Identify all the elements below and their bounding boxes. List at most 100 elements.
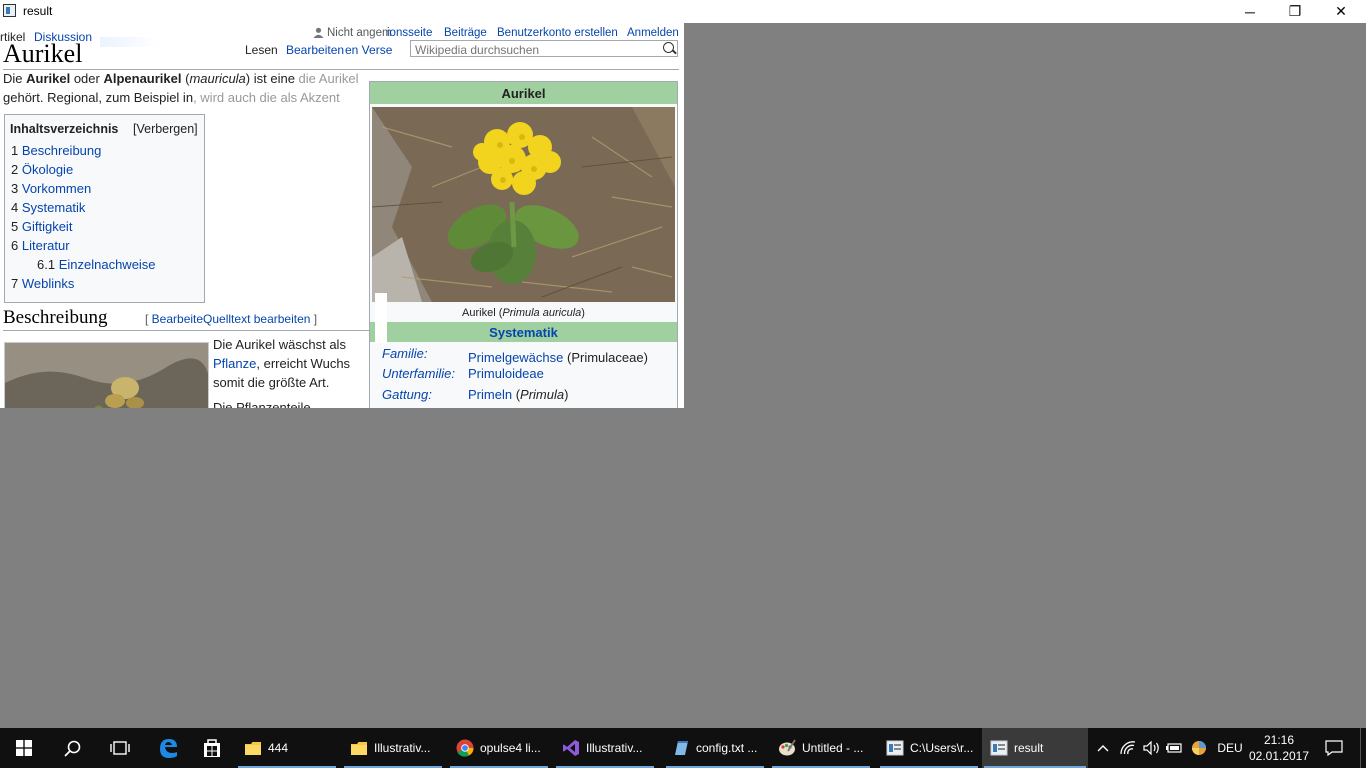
- section-divider: [3, 330, 375, 331]
- search-icon[interactable]: [663, 42, 674, 53]
- taskbar-item-444[interactable]: 444: [236, 728, 338, 768]
- battery-icon: [1166, 743, 1182, 753]
- toc-title: Inhaltsverzeichnis: [10, 122, 119, 136]
- section-edit-links: [ BearbeiteQuelltext bearbeiten ]: [145, 312, 318, 326]
- chrome-icon: [456, 739, 474, 757]
- toc-item-weblinks[interactable]: 7 Weblinks: [11, 276, 74, 291]
- edge-icon: [160, 739, 177, 758]
- folder-icon: [351, 742, 367, 755]
- talk-link[interactable]: ionsseite: [387, 27, 432, 39]
- taskbar-item-illustrativ-folder[interactable]: Illustrativ...: [342, 728, 444, 768]
- infobox-systematik-header[interactable]: Systematik: [370, 322, 677, 342]
- speaker-icon: [1142, 741, 1159, 755]
- infobox-value-unterfamilie[interactable]: Primuloideae: [468, 366, 544, 381]
- windows-logo-icon: [16, 740, 32, 756]
- tab-edit[interactable]: Bearbeiten: [286, 43, 344, 57]
- notepad-icon: [675, 741, 688, 755]
- tray-overflow-button[interactable]: [1094, 728, 1112, 768]
- user-icon: [313, 27, 324, 38]
- body-line-1: Die Aurikel wäschst als: [213, 337, 346, 352]
- taskbar-item-visual-studio[interactable]: Illustrativ...: [554, 728, 656, 768]
- app-window-icon: [3, 4, 16, 17]
- toc-item-oekologie[interactable]: 2 Ökologie: [11, 162, 73, 177]
- store-taskbar-button[interactable]: [192, 728, 232, 768]
- infobox-key-unterfamilie[interactable]: Unterfamilie:: [382, 366, 455, 381]
- input-language-button[interactable]: DEU: [1214, 728, 1246, 768]
- paint-icon: [779, 739, 796, 756]
- title-divider: [3, 69, 679, 70]
- folder-icon: [245, 742, 261, 755]
- taskbar-item-chrome[interactable]: opulse4 li...: [448, 728, 550, 768]
- clock-date: 02.01.2017: [1248, 749, 1310, 763]
- infobox-value-gattung: Primeln (Primula): [468, 387, 569, 402]
- search-input[interactable]: [413, 43, 657, 57]
- notification-icon: [1325, 740, 1343, 756]
- task-view-icon: [110, 741, 130, 755]
- page-title: Aurikel: [3, 39, 83, 68]
- app-tray-button[interactable]: [1188, 728, 1210, 768]
- create-account-link[interactable]: Benutzerkonto erstellen: [497, 27, 618, 39]
- maximize-button[interactable]: ❐: [1272, 0, 1318, 23]
- taskbar-item-result[interactable]: result: [982, 728, 1088, 768]
- toc-item-vorkommen[interactable]: 3 Vorkommen: [11, 181, 91, 196]
- window-title: result: [23, 4, 53, 18]
- taskbar-item-paint[interactable]: Untitled - ...: [770, 728, 872, 768]
- toc-item-einzelnachweise[interactable]: 6.1 Einzelnachweise: [37, 257, 156, 272]
- infobox-caption: Aurikel (Primula auricula): [462, 307, 585, 319]
- close-button[interactable]: ✕: [1318, 0, 1364, 23]
- colorful-circle-icon: [1192, 741, 1206, 755]
- taskbar-item-notepad[interactable]: config.txt ...: [664, 728, 766, 768]
- body-line-2: Pflanze, erreicht Wuchs: [213, 356, 351, 371]
- show-desktop-button[interactable]: [1360, 728, 1366, 768]
- toc-hide-link[interactable]: [Verbergen]: [133, 122, 198, 136]
- chevron-up-icon: [1097, 745, 1109, 752]
- start-button[interactable]: [0, 728, 48, 768]
- clock-time: 21:16: [1263, 733, 1295, 747]
- window-icon: [990, 740, 1008, 756]
- contributions-link[interactable]: Beiträge: [444, 27, 487, 39]
- taskbar-item-console[interactable]: C:\Users\r...: [878, 728, 980, 768]
- search-taskbar-button[interactable]: [48, 728, 96, 768]
- infobox-key-familie[interactable]: Familie:: [382, 346, 428, 361]
- tab-overlay-artifact: [100, 37, 160, 47]
- body-line-3: somit die größte Art.: [213, 375, 330, 390]
- section-edit-link[interactable]: Bearbeite: [152, 312, 203, 326]
- window-titlebar: result ─ ❐ ✕: [0, 0, 1366, 23]
- tab-history[interactable]: en Verse: [345, 43, 392, 57]
- network-button[interactable]: [1118, 728, 1138, 768]
- infobox-title: Aurikel: [370, 82, 677, 104]
- toc-item-giftigkeit[interactable]: 5 Giftigkeit: [11, 219, 72, 234]
- store-icon: [204, 739, 220, 757]
- toc-item-systematik[interactable]: 4 Systematik: [11, 200, 85, 215]
- toc-item-beschreibung[interactable]: 1 Beschreibung: [11, 143, 101, 158]
- body-line-4: Die Pflanzenteile: [213, 400, 311, 408]
- action-center-button[interactable]: [1318, 728, 1350, 768]
- table-of-contents: Inhaltsverzeichnis [Verbergen] 1 Beschre…: [4, 114, 205, 303]
- login-link[interactable]: Anmelden: [627, 27, 679, 39]
- section-heading-beschreibung: Beschreibung: [3, 307, 108, 328]
- infobox-value-familie: Primelgewächse (Primulaceae): [468, 350, 648, 365]
- render-artifact: [375, 293, 387, 343]
- toc-item-literatur[interactable]: 6 Literatur: [11, 238, 70, 253]
- thumbnail-image[interactable]: [4, 342, 209, 408]
- task-view-button[interactable]: [96, 728, 144, 768]
- infobox-image[interactable]: [372, 107, 675, 302]
- intro-line-1: Die Aurikel oder Alpenaurikel (mauricula…: [3, 71, 359, 86]
- volume-button[interactable]: [1141, 728, 1161, 768]
- client-area: rtikel Diskussion Nicht angem ionsseite …: [0, 23, 684, 408]
- clock-button[interactable]: 21:16 02.01.2017: [1248, 728, 1310, 768]
- visual-studio-icon: [563, 740, 579, 756]
- search-box[interactable]: [410, 40, 678, 57]
- battery-button[interactable]: [1164, 728, 1184, 768]
- section-edit-source-link[interactable]: Quelltext bearbeiten: [203, 312, 310, 326]
- edge-taskbar-button[interactable]: [144, 728, 192, 768]
- not-logged-in-label: Nicht angem: [327, 27, 392, 39]
- tab-read[interactable]: Lesen: [245, 43, 278, 57]
- intro-line-2: gehört. Regional, zum Beispiel in, wird …: [3, 90, 340, 105]
- search-icon: [63, 740, 80, 757]
- infobox: Aurikel Aurikel (Primula auricula) Syste…: [369, 81, 678, 408]
- minimize-button[interactable]: ─: [1227, 0, 1273, 23]
- window-icon: [886, 740, 904, 756]
- infobox-key-gattung[interactable]: Gattung:: [382, 387, 432, 402]
- taskbar: 444 Illustrativ... opulse4 li... Illustr…: [0, 728, 1366, 768]
